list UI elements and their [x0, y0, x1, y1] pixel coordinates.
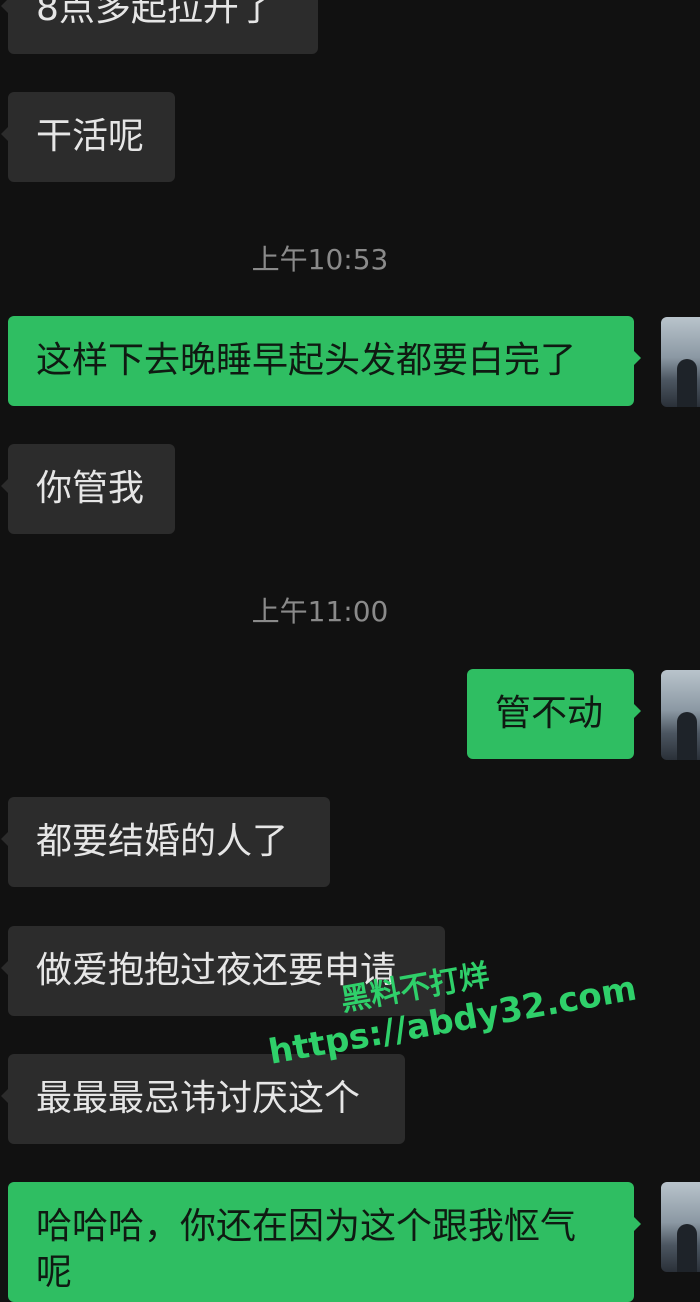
message-outgoing[interactable]: 哈哈哈，你还在因为这个跟我怄气呢 [8, 1182, 641, 1302]
message-outgoing[interactable]: 管不动 [467, 669, 641, 759]
user-avatar[interactable] [661, 670, 700, 760]
message-text: 最最最忌讳讨厌这个 [36, 1078, 361, 1119]
message-text: 管不动 [495, 693, 604, 734]
chat-view[interactable]: 8点多起拉开了 干活呢 上午10:53 这样下去晚睡早起头发都要白完了 你管我 … [0, 0, 700, 1302]
avatar-figure [677, 359, 697, 407]
user-avatar[interactable] [661, 1182, 700, 1272]
message-incoming[interactable]: 8点多起拉开了 [1, 0, 318, 54]
message-outgoing[interactable]: 这样下去晚睡早起头发都要白完了 [8, 316, 641, 406]
avatar-figure [677, 1224, 697, 1272]
message-text: 8点多起拉开了 [36, 0, 275, 29]
message-text: 这样下去晚睡早起头发都要白完了 [36, 340, 577, 381]
timestamp: 上午11:00 [251, 595, 389, 628]
message-incoming[interactable]: 干活呢 [1, 92, 175, 182]
message-incoming[interactable]: 都要结婚的人了 [1, 797, 330, 887]
timestamp: 上午10:53 [251, 243, 389, 276]
message-text: 都要结婚的人了 [36, 821, 289, 862]
user-avatar[interactable] [661, 317, 700, 407]
message-incoming[interactable]: 你管我 [1, 444, 175, 534]
avatar-figure [677, 712, 697, 760]
message-text: 你管我 [36, 468, 145, 509]
message-text: 哈哈哈，你还在因为这个跟我怄气呢 [36, 1206, 577, 1293]
message-text: 干活呢 [36, 116, 145, 157]
